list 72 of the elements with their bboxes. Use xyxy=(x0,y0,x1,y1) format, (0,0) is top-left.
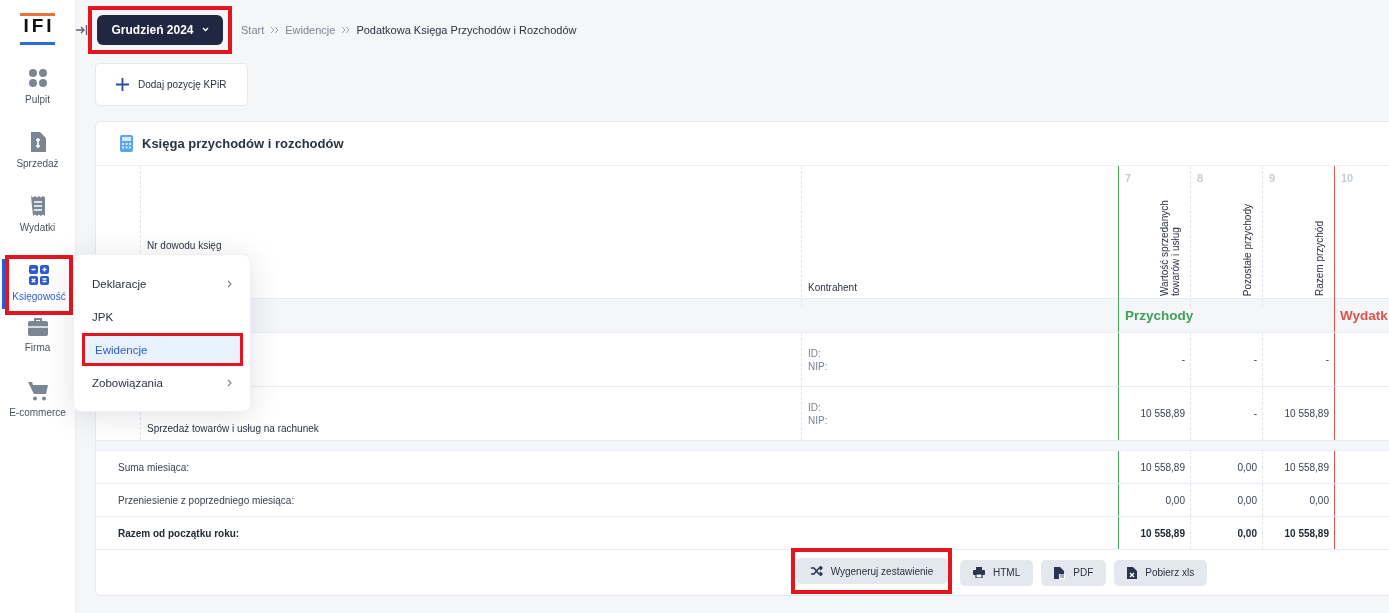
spreadsheet-file-icon xyxy=(1127,566,1138,579)
table-cell: - xyxy=(1325,354,1329,366)
action-button[interactable]: PDF xyxy=(1041,559,1107,586)
calculator-icon xyxy=(120,135,133,153)
column-number: 9 xyxy=(1268,171,1277,185)
document-icon xyxy=(29,132,46,152)
action-button[interactable]: Wygeneruj zestawienie xyxy=(796,558,948,585)
month-dropdown-button[interactable]: Grudzień 2024 xyxy=(97,14,223,45)
receipt-icon xyxy=(29,196,46,216)
table-cell: - xyxy=(1253,354,1257,366)
summary-label: Razem od początku roku: xyxy=(118,527,240,539)
entry-description: Sprzedaż towarów i usług na rachunek xyxy=(147,423,319,435)
sidebar-item[interactable]: Sprzedaż xyxy=(6,131,69,189)
logo: IFI xyxy=(20,13,55,45)
menu-item[interactable]: Ewidencje xyxy=(85,336,240,363)
column-header: Razem przychód xyxy=(1314,221,1325,297)
table-cell: 10 558,89 xyxy=(1284,461,1329,473)
column-number: 7 xyxy=(1124,171,1133,185)
section-label: Przychody xyxy=(1124,308,1194,324)
table-cell: 10 558,89 xyxy=(1140,527,1185,539)
sidebar-item[interactable]: Pulpit xyxy=(6,67,69,125)
column-number: 10 xyxy=(1340,171,1355,185)
chevron-icon xyxy=(270,25,280,34)
sidebar-item[interactable]: Firma xyxy=(6,317,69,375)
menu-item[interactable]: Zobowiązania xyxy=(82,366,242,399)
printer-icon xyxy=(973,567,985,579)
summary-label: Przeniesienie z poprzedniego miesiąca: xyxy=(118,494,295,506)
contractor-info: NIP: xyxy=(808,359,829,373)
sidebar-item[interactable]: Wydatki xyxy=(6,195,69,253)
sidebar-item[interactable]: E-commerce xyxy=(6,381,69,439)
column-header: Kontrahent xyxy=(807,282,857,296)
table-cell: 10 558,89 xyxy=(1284,527,1329,539)
table-cell: - xyxy=(1181,354,1185,366)
contractor-info: ID: xyxy=(808,346,822,360)
menu-item[interactable]: JPK xyxy=(82,300,242,333)
action-button[interactable]: Pobierz xls xyxy=(1114,559,1208,586)
column-header: Nr dowodu księg xyxy=(147,240,222,252)
breadcrumb-link[interactable]: Start xyxy=(241,23,265,36)
table-cell: 0,00 xyxy=(1309,494,1329,506)
summary-label: Suma miesiąca: xyxy=(118,461,190,473)
table-cell: - xyxy=(1253,408,1257,420)
action-button[interactable]: HTML xyxy=(960,559,1034,586)
calculator-icon xyxy=(29,265,49,285)
briefcase-icon xyxy=(27,318,48,336)
caret-icon xyxy=(201,27,209,32)
sidebar-item[interactable]: Księgowość xyxy=(9,261,69,311)
chevron-icon xyxy=(341,25,351,34)
table-cell: 0,00 xyxy=(1237,494,1257,506)
cart-icon xyxy=(27,382,48,401)
menu-item[interactable]: Deklaracje xyxy=(82,267,242,300)
table-cell: 10 558,89 xyxy=(1140,408,1185,420)
section-label: Wydatk xyxy=(1339,308,1388,324)
add-entry-button[interactable]: Dodaj pozycję KPiR xyxy=(95,63,248,106)
chevron-right-icon xyxy=(227,378,232,387)
table-cell: 10 558,89 xyxy=(1140,461,1185,473)
file-icon xyxy=(1054,566,1066,579)
dots-icon xyxy=(27,68,48,88)
column-header: Wartość sprzedanych towarów i usług xyxy=(1159,199,1181,297)
plus-icon xyxy=(116,78,129,91)
column-number: 8 xyxy=(1196,171,1205,185)
chevron-right-icon xyxy=(227,279,232,288)
table-cell: 0,00 xyxy=(1237,527,1257,539)
table-cell: 10 558,89 xyxy=(1284,408,1329,420)
table-cell: 0,00 xyxy=(1237,461,1257,473)
contractor-info: NIP: xyxy=(808,413,829,427)
contractor-info: ID: xyxy=(808,400,822,414)
collapse-icon xyxy=(76,24,88,35)
card-title: Księga przychodów i rozchodów xyxy=(142,136,344,152)
column-header: Pozostałe przychody xyxy=(1242,203,1253,297)
breadcrumb-link[interactable]: Ewidencje xyxy=(285,23,336,36)
shuffle-icon xyxy=(810,566,823,577)
table-cell: 0,00 xyxy=(1165,494,1185,506)
